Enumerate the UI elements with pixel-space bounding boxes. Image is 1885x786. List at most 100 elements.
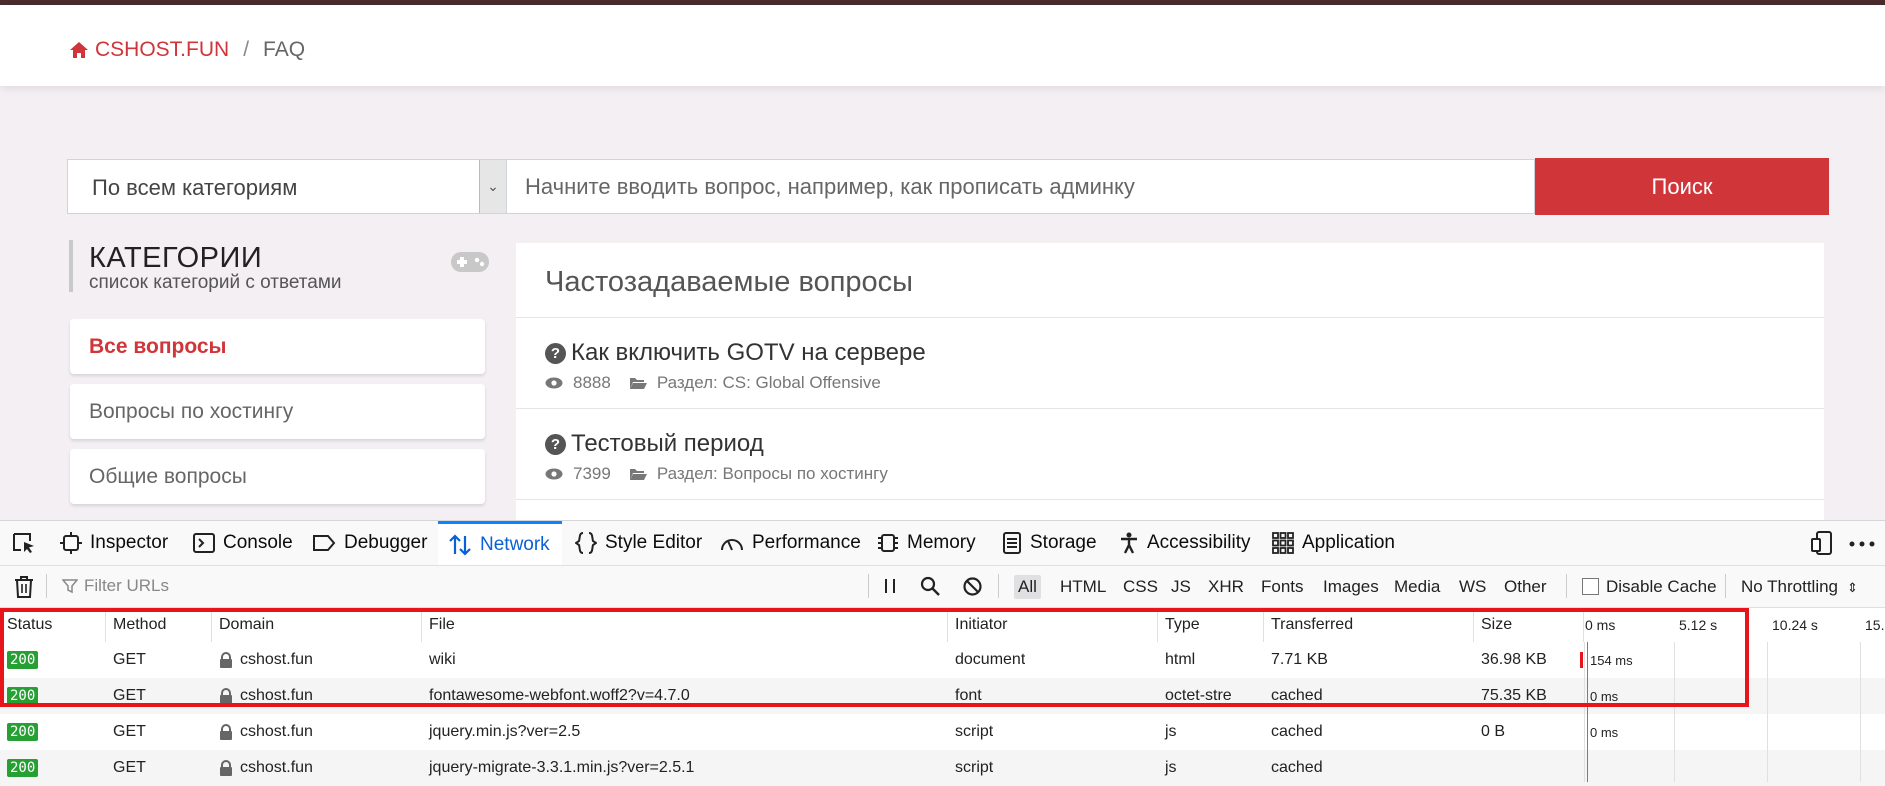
domain-cell: cshost.fun bbox=[212, 642, 313, 678]
tab-inspector[interactable]: Inspector bbox=[60, 521, 168, 565]
table-row[interactable]: 200 GET cshost.fun jquery.min.js?ver=2.5… bbox=[0, 714, 1885, 750]
tab-storage[interactable]: Storage bbox=[1002, 521, 1097, 565]
storage-icon bbox=[1003, 532, 1021, 554]
method-cell: GET bbox=[113, 759, 146, 776]
filter-xhr[interactable]: XHR bbox=[1204, 575, 1248, 599]
categories-header: КАТЕГОРИИ список категорий с ответами bbox=[69, 240, 493, 293]
site-header: CSHOST.FUN / FAQ bbox=[0, 5, 1885, 86]
table-row[interactable]: 200 GET cshost.fun fontawesome-webfont.w… bbox=[0, 678, 1885, 714]
filter-css[interactable]: CSS bbox=[1119, 575, 1162, 599]
column-initiator[interactable]: Initiator bbox=[948, 608, 1158, 642]
style-editor-icon bbox=[575, 532, 597, 554]
divider bbox=[998, 574, 999, 598]
table-row[interactable]: 200 GET cshost.fun wiki document html 7.… bbox=[0, 642, 1885, 678]
timeline-tick: 15. bbox=[1865, 617, 1885, 633]
transferred-cell: 7.71 KB bbox=[1271, 651, 1328, 668]
filter-ws[interactable]: WS bbox=[1455, 575, 1490, 599]
breadcrumb-home-label: CSHOST.FUN bbox=[95, 38, 230, 61]
memory-icon bbox=[878, 534, 898, 552]
filter-urls[interactable]: Filter URLs bbox=[62, 576, 169, 596]
column-waterfall[interactable]: 0 ms 5.12 s 10.24 s 15. bbox=[1584, 608, 1885, 642]
tab-performance[interactable]: Performance bbox=[720, 521, 861, 565]
throttling-select[interactable]: No Throttling bbox=[1737, 575, 1842, 599]
trash-icon[interactable] bbox=[14, 575, 34, 599]
column-file[interactable]: File bbox=[422, 608, 948, 642]
filter-images[interactable]: Images bbox=[1319, 575, 1383, 599]
divider bbox=[1725, 574, 1726, 598]
size-cell: 75.35 KB bbox=[1481, 687, 1547, 704]
table-row[interactable]: 200 GET cshost.fun jquery-migrate-3.3.1.… bbox=[0, 750, 1885, 786]
transferred-cell: cached bbox=[1271, 759, 1323, 776]
filter-html[interactable]: HTML bbox=[1056, 575, 1110, 599]
waterfall-gridline bbox=[1674, 642, 1675, 782]
divider bbox=[516, 408, 1824, 409]
status-badge: 200 bbox=[7, 651, 39, 669]
search-button[interactable]: Поиск bbox=[1535, 158, 1829, 215]
devtools-panel: Inspector Console Debugger Network Style… bbox=[0, 520, 1885, 786]
file-cell: fontawesome-webfont.woff2?v=4.7.0 bbox=[429, 687, 690, 704]
domain-cell: cshost.fun bbox=[212, 678, 313, 714]
column-type[interactable]: Type bbox=[1158, 608, 1264, 642]
faq-question-title: Тестовый период bbox=[571, 430, 764, 457]
throttling-arrows-icon[interactable]: ⇕ bbox=[1843, 578, 1862, 598]
waterfall-gridline bbox=[1767, 642, 1768, 782]
element-picker-icon[interactable] bbox=[12, 532, 36, 554]
domain-cell: cshost.fun bbox=[212, 750, 313, 786]
tab-memory-label: Memory bbox=[907, 532, 976, 553]
tab-memory[interactable]: Memory bbox=[877, 521, 976, 565]
pause-icon[interactable] bbox=[882, 577, 898, 595]
domain-text: cshost.fun bbox=[240, 687, 313, 704]
tab-accessibility-label: Accessibility bbox=[1147, 532, 1251, 553]
block-icon[interactable] bbox=[963, 577, 982, 596]
filter-media[interactable]: Media bbox=[1390, 575, 1444, 599]
waterfall-gridline bbox=[1584, 642, 1585, 782]
column-transferred[interactable]: Transferred bbox=[1264, 608, 1474, 642]
tab-application[interactable]: Application bbox=[1272, 521, 1395, 565]
timing-label: 0 ms bbox=[1590, 689, 1619, 704]
section-label[interactable]: Раздел: CS: Global Offensive bbox=[657, 373, 881, 393]
filter-other[interactable]: Other bbox=[1500, 575, 1551, 599]
responsive-mode-icon[interactable] bbox=[1811, 531, 1833, 555]
section-label[interactable]: Раздел: Вопросы по хостингу bbox=[657, 464, 888, 484]
tab-debugger[interactable]: Debugger bbox=[312, 521, 427, 565]
filter-js[interactable]: JS bbox=[1167, 575, 1195, 599]
status-cell: 200 bbox=[0, 750, 39, 786]
more-options-icon[interactable] bbox=[1849, 541, 1875, 547]
faq-question: ? Тестовый период 7399 Раздел: Вопросы по… bbox=[545, 430, 888, 484]
tab-style-editor[interactable]: Style Editor bbox=[575, 521, 702, 565]
search-input[interactable] bbox=[507, 159, 1535, 214]
category-item-all[interactable]: Все вопросы bbox=[70, 319, 485, 374]
category-item-hosting[interactable]: Вопросы по хостингу bbox=[70, 384, 485, 439]
faq-question-meta: 7399 Раздел: Вопросы по хостингу bbox=[545, 464, 888, 484]
tab-console[interactable]: Console bbox=[193, 521, 293, 565]
performance-icon bbox=[721, 539, 743, 551]
column-size[interactable]: Size bbox=[1474, 608, 1584, 642]
tab-accessibility[interactable]: Accessibility bbox=[1119, 521, 1250, 565]
divider bbox=[516, 499, 1824, 500]
eye-icon bbox=[545, 377, 563, 389]
timeline-tick: 10.24 s bbox=[1772, 617, 1818, 633]
column-method[interactable]: Method bbox=[106, 608, 212, 642]
column-status[interactable]: Status bbox=[0, 608, 106, 642]
column-domain[interactable]: Domain bbox=[212, 608, 422, 642]
category-select[interactable]: По всем категориям ⌄ bbox=[67, 159, 507, 214]
category-select-value: По всем категориям bbox=[92, 175, 298, 200]
disable-cache-checkbox[interactable] bbox=[1582, 578, 1599, 595]
divider bbox=[46, 574, 47, 598]
filter-fonts[interactable]: Fonts bbox=[1257, 575, 1308, 599]
lock-icon bbox=[220, 688, 232, 704]
tab-debugger-label: Debugger bbox=[344, 532, 428, 553]
search-icon[interactable] bbox=[920, 576, 940, 596]
faq-panel: Частозадаваемые вопросы ? Как включить GO… bbox=[516, 243, 1824, 520]
tab-network[interactable]: Network bbox=[438, 521, 562, 565]
question-icon: ? bbox=[545, 433, 566, 455]
faq-question-link[interactable]: ? Тестовый период bbox=[545, 430, 888, 458]
timeline-tick: 0 ms bbox=[1585, 617, 1616, 633]
faq-question-link[interactable]: ? Как включить GOTV на сервере bbox=[545, 339, 926, 367]
category-item-general[interactable]: Общие вопросы bbox=[70, 449, 485, 504]
transferred-cell: cached bbox=[1271, 723, 1323, 740]
filter-all[interactable]: All bbox=[1014, 575, 1041, 599]
chevron-down-icon[interactable]: ⌄ bbox=[479, 160, 506, 213]
breadcrumb-home-link[interactable]: CSHOST.FUN bbox=[69, 38, 229, 62]
initiator-cell: font bbox=[955, 687, 982, 704]
